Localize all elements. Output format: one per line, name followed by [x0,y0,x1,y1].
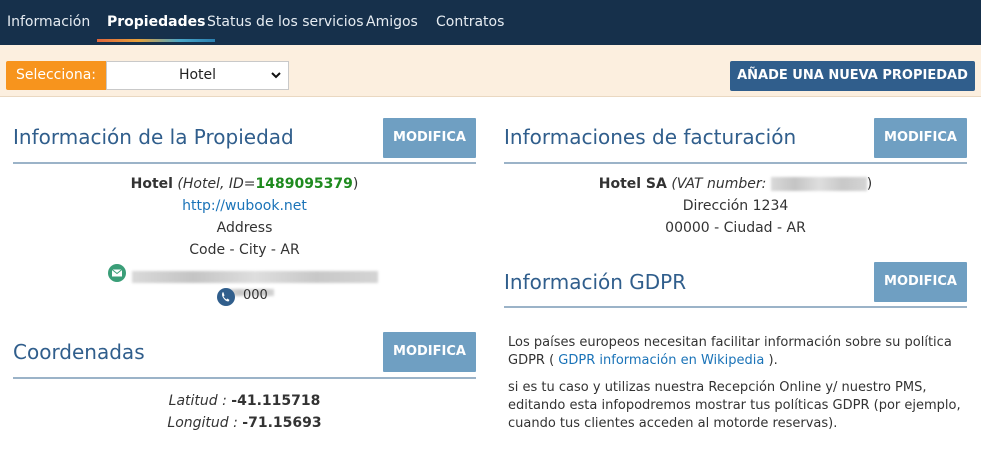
gdpr-paragraph-2: si es tu caso y utilizas nuestra Recepci… [508,380,961,431]
tab-informacion[interactable]: Información [7,0,90,45]
tab-propiedades[interactable]: Propiedades [97,0,216,45]
billing-title: Informaciones de facturación [504,125,797,149]
coords-modify-button[interactable]: MODIFICA [383,332,476,372]
property-address: Address [216,220,273,236]
billing-modify-button[interactable]: MODIFICA [874,118,967,158]
longitude-label: Longitud [167,415,229,431]
longitude-value: -71.15693 [242,415,322,431]
billing-company: Hotel SA [598,176,667,192]
vat-line: (VAT number: ) [671,176,873,192]
chevron-down-icon [270,62,282,100]
gdpr-divider [504,306,967,308]
top-nav: Información Propiedades Status de los se… [0,0,981,45]
vat-label: VAT number: [676,176,767,192]
billing-company-line: Hotel SA (VAT number: ) [504,176,967,192]
property-select-value: Hotel [178,67,217,83]
property-info-divider [13,162,476,164]
add-property-button[interactable]: AÑADE UNA NUEVA PROPIEDAD [730,61,975,91]
property-info-modify-button[interactable]: MODIFICA [383,118,476,158]
gdpr-wikipedia-link[interactable]: GDPR información en Wikipedia [558,353,764,368]
property-name: Hotel [130,176,173,192]
tab-contratos[interactable]: Contratos [436,0,504,45]
property-info-title: Información de la Propiedad [13,125,294,149]
billing-street: Dirección 1234 [682,198,789,214]
property-code-city: Code - City - AR [189,242,300,258]
property-id: 1489095379 [255,176,353,192]
tab-amigos[interactable]: Amigos [366,0,418,45]
property-select[interactable]: Hotel [106,61,289,90]
property-selector-bar: Selecciona: Hotel AÑADE UNA NUEVA PROPIE… [0,45,981,97]
property-website-link[interactable]: http://wubook.net [13,198,476,214]
billing-city-line: 00000 - Ciudad - AR [665,220,806,236]
gdpr-paragraph-1: Los países europeos necesitan facilitar … [508,334,970,370]
property-phone: 000 [243,288,268,303]
billing-divider [504,162,967,164]
gdpr-p1-after: ). [764,353,778,368]
active-tab-indicator [97,39,216,42]
email-icon [108,264,126,282]
latitude-value: -41.115718 [231,393,321,409]
tab-status-servicios[interactable]: Status de los servicios [207,0,364,45]
latitude-colon: : [217,393,232,409]
coords-divider [13,377,476,379]
select-label: Selecciona: [6,61,106,90]
property-meta-prefix: Hotel, ID= [182,176,256,192]
tab-propiedades-label: Propiedades [107,14,206,30]
redacted-vat [770,177,867,191]
property-name-line: Hotel (Hotel, ID=1489095379) [13,176,476,192]
latitude-line: Latitud : -41.115718 [13,393,476,409]
gdpr-title: Información GDPR [504,270,687,294]
phone-icon [217,288,235,306]
coords-title: Coordenadas [13,340,145,364]
latitude-label: Latitud [168,393,218,409]
longitude-colon: : [228,415,243,431]
longitude-line: Longitud : -71.15693 [13,415,476,431]
property-meta: (Hotel, ID=1489095379) [177,176,359,192]
gdpr-modify-button[interactable]: MODIFICA [874,262,967,302]
